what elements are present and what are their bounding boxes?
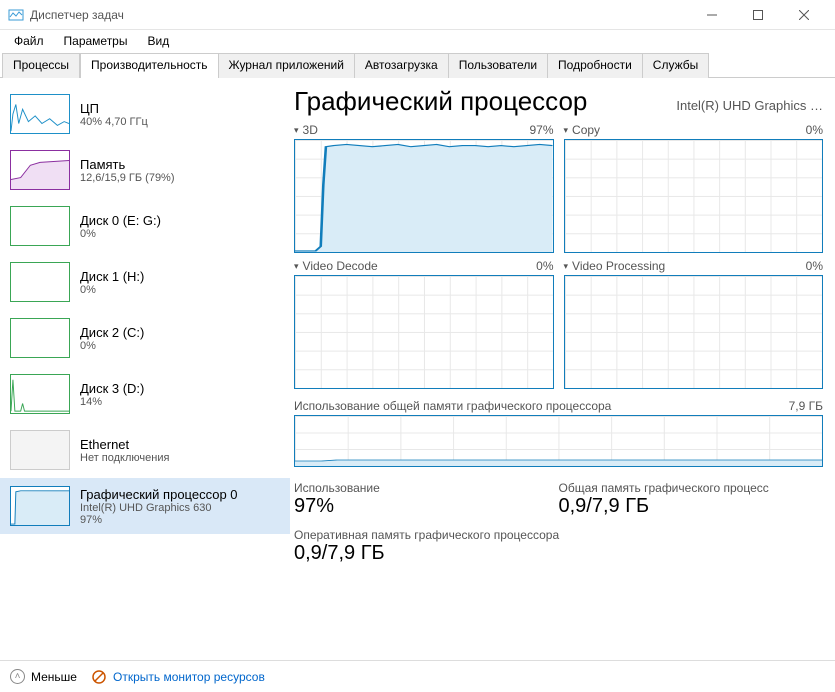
cpu-sub: 40% 4,70 ГГц [80, 116, 148, 128]
shared-memory-chart [294, 415, 823, 467]
content-area: ЦП 40% 4,70 ГГц Память 12,6/15,9 ГБ (79%… [0, 78, 835, 658]
fewer-details-button[interactable]: ˄ Меньше [10, 669, 77, 684]
engine-3d: ▾ 3D 97% [294, 123, 554, 253]
sidebar-item-cpu[interactable]: ЦП 40% 4,70 ГГц [0, 86, 290, 142]
shared-memory-section: Использование общей памяти графического … [294, 399, 823, 467]
tab-strip: Процессы Производительность Журнал прило… [0, 52, 835, 78]
open-resmon-label: Открыть монитор ресурсов [113, 670, 265, 684]
disk0-sub: 0% [80, 228, 161, 240]
menu-bar: Файл Параметры Вид [0, 30, 835, 52]
chevron-down-icon[interactable]: ▾ [564, 125, 569, 136]
footer-bar: ˄ Меньше Открыть монитор ресурсов [0, 660, 835, 692]
chevron-down-icon[interactable]: ▾ [564, 261, 569, 272]
memory-sub: 12,6/15,9 ГБ (79%) [80, 172, 175, 184]
engine-video-decode: ▾ Video Decode 0% [294, 259, 554, 389]
tab-startup[interactable]: Автозагрузка [354, 53, 449, 78]
engine-copy-pct: 0% [806, 123, 823, 137]
engine-3d-chart [294, 139, 554, 253]
ethernet-label: Ethernet [80, 437, 169, 452]
gpu0-pct: 97% [80, 514, 238, 526]
disk3-label: Диск 3 (D:) [80, 381, 144, 396]
main-detail-pane: Графический процессор Intel(R) UHD Graph… [290, 78, 835, 658]
ethernet-sub: Нет подключения [80, 452, 169, 464]
gpu-device-name: Intel(R) UHD Graphics … [676, 98, 823, 113]
close-button[interactable] [781, 0, 827, 30]
fewer-details-label: Меньше [31, 670, 77, 684]
sidebar-item-gpu0[interactable]: Графический процессор 0 Intel(R) UHD Gra… [0, 478, 290, 534]
menu-view[interactable]: Вид [139, 32, 177, 50]
memory-thumb-chart [10, 150, 70, 190]
tab-users[interactable]: Пользователи [448, 53, 548, 78]
open-resmon-link[interactable]: Открыть монитор ресурсов [91, 669, 265, 685]
engine-vd-pct: 0% [536, 259, 553, 273]
chevron-down-icon[interactable]: ▾ [294, 261, 299, 272]
minimize-button[interactable] [689, 0, 735, 30]
tab-performance[interactable]: Производительность [80, 53, 218, 78]
chevron-down-icon[interactable]: ▾ [294, 125, 299, 136]
disk1-label: Диск 1 (H:) [80, 269, 144, 284]
stat-shared: Общая память графического процесс 0,9/7,… [559, 481, 824, 518]
engine-copy: ▾Copy 0% [564, 123, 824, 253]
engine-vp-chart [564, 275, 824, 389]
menu-options[interactable]: Параметры [56, 32, 136, 50]
sidebar-item-disk2[interactable]: Диск 2 (C:) 0% [0, 310, 290, 366]
tab-processes[interactable]: Процессы [2, 53, 80, 78]
engine-vp-label[interactable]: Video Processing [572, 259, 665, 273]
engine-3d-pct: 97% [529, 123, 553, 137]
tab-services[interactable]: Службы [642, 53, 709, 78]
shared-memory-label: Использование общей памяти графического … [294, 399, 611, 413]
engine-video-processing: ▾Video Processing 0% [564, 259, 824, 389]
tab-details[interactable]: Подробности [547, 53, 643, 78]
disk3-thumb-chart [10, 374, 70, 414]
engine-copy-label[interactable]: Copy [572, 123, 600, 137]
ethernet-thumb-chart [10, 430, 70, 470]
sidebar-item-disk0[interactable]: Диск 0 (E: G:) 0% [0, 198, 290, 254]
cpu-thumb-chart [10, 94, 70, 134]
disk1-sub: 0% [80, 284, 144, 296]
sidebar-item-ethernet[interactable]: Ethernet Нет подключения [0, 422, 290, 478]
stat-shared-value: 0,9/7,9 ГБ [559, 495, 824, 518]
sidebar-item-memory[interactable]: Память 12,6/15,9 ГБ (79%) [0, 142, 290, 198]
engine-vp-pct: 0% [806, 259, 823, 273]
disk0-thumb-chart [10, 206, 70, 246]
gpu0-sub: Intel(R) UHD Graphics 630 [80, 502, 238, 514]
gpu0-thumb-chart [10, 486, 70, 526]
engine-copy-chart [564, 139, 824, 253]
disk1-thumb-chart [10, 262, 70, 302]
shared-memory-max: 7,9 ГБ [789, 399, 823, 413]
page-title: Графический процессор [294, 86, 587, 117]
disk3-sub: 14% [80, 396, 144, 408]
disk2-thumb-chart [10, 318, 70, 358]
stat-usage-value: 97% [294, 495, 559, 518]
disk2-sub: 0% [80, 340, 144, 352]
engine-vd-label[interactable]: Video Decode [303, 259, 378, 273]
window-title: Диспетчер задач [30, 8, 689, 22]
stat-usage: Использование 97% [294, 481, 559, 518]
gpu0-label: Графический процессор 0 [80, 487, 238, 502]
performance-sidebar: ЦП 40% 4,70 ГГц Память 12,6/15,9 ГБ (79%… [0, 78, 290, 658]
window-titlebar: Диспетчер задач [0, 0, 835, 30]
stat-dedicated-value: 0,9/7,9 ГБ [294, 542, 823, 565]
cpu-label: ЦП [80, 101, 148, 116]
resmon-icon [91, 669, 107, 685]
engine-vd-chart [294, 275, 554, 389]
app-icon [8, 7, 24, 23]
stat-usage-label: Использование [294, 481, 559, 495]
sidebar-item-disk3[interactable]: Диск 3 (D:) 14% [0, 366, 290, 422]
stat-dedicated-label: Оперативная память графического процессо… [294, 528, 823, 542]
menu-file[interactable]: Файл [6, 32, 52, 50]
disk2-label: Диск 2 (C:) [80, 325, 144, 340]
memory-label: Память [80, 157, 175, 172]
maximize-button[interactable] [735, 0, 781, 30]
chevron-up-icon: ˄ [10, 669, 25, 684]
tab-app-history[interactable]: Журнал приложений [218, 53, 355, 78]
stat-shared-label: Общая память графического процесс [559, 481, 824, 495]
disk0-label: Диск 0 (E: G:) [80, 213, 161, 228]
stat-dedicated: Оперативная память графического процессо… [294, 528, 823, 565]
sidebar-item-disk1[interactable]: Диск 1 (H:) 0% [0, 254, 290, 310]
engine-3d-label[interactable]: 3D [303, 123, 318, 137]
